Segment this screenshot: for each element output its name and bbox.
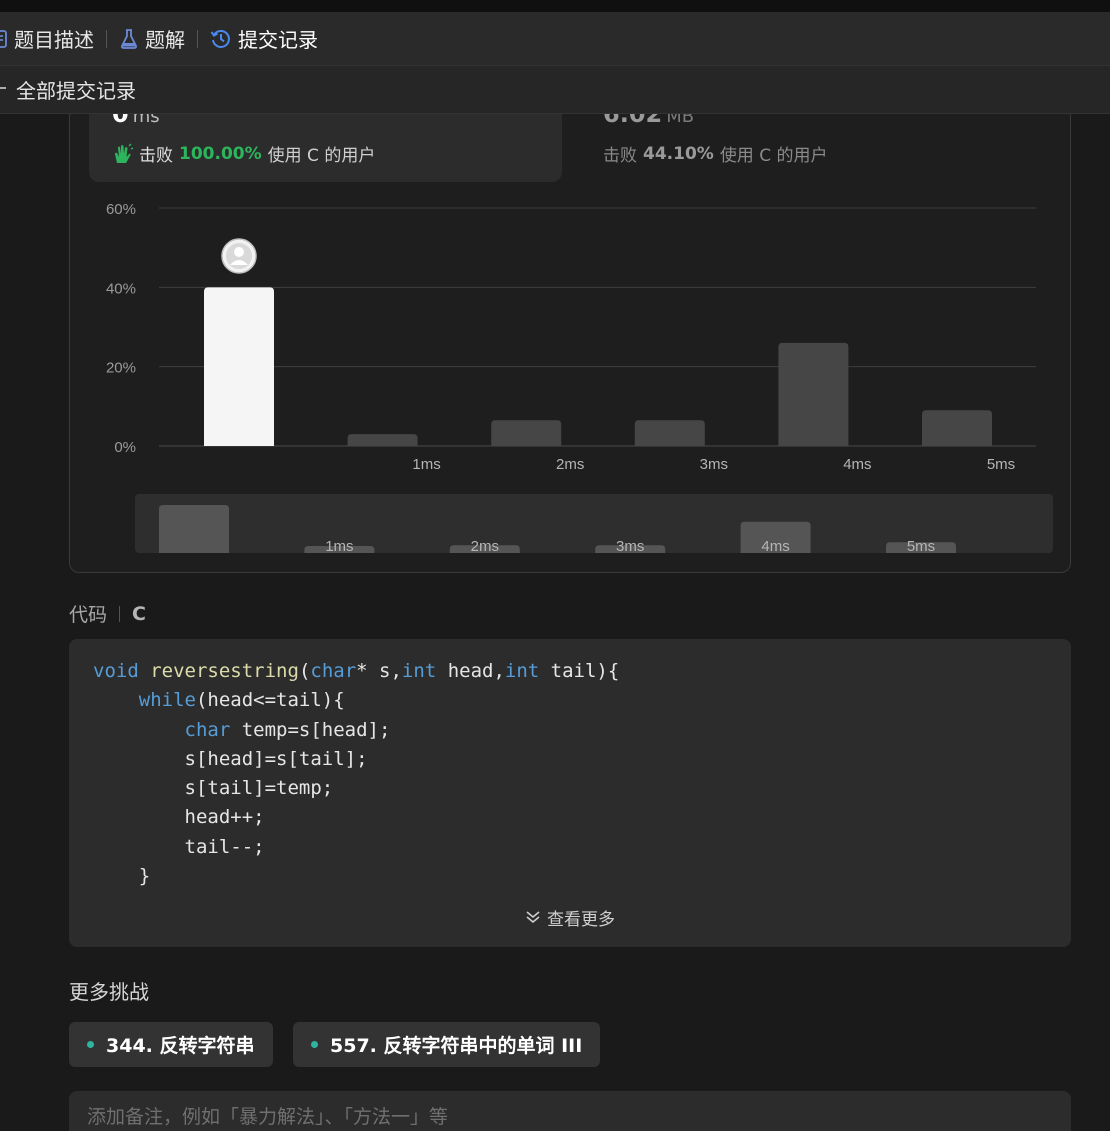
code-keyword: while xyxy=(138,689,196,712)
overview-bar xyxy=(159,505,229,553)
code-keyword: int xyxy=(401,660,437,682)
code-line: } xyxy=(93,862,619,891)
overview-tick-label: 5ms xyxy=(907,538,935,555)
y-tick-label: 40% xyxy=(106,280,136,297)
history-icon xyxy=(210,28,232,50)
flask-icon xyxy=(119,28,139,50)
runtime-distribution-chart: 0% 20% 40% 60% 1ms 2ms 3ms 4ms 5ms 1ms 2ms 3ms 4ms… xyxy=(106,201,1053,555)
code-line: char temp=s[head]; xyxy=(93,716,619,745)
code-language: C xyxy=(132,602,146,625)
show-more-button[interactable]: 查看更多 xyxy=(69,905,1071,930)
code-text: s[head]=s[tail]; xyxy=(93,747,368,770)
chart-x-ticks: 1ms 2ms 3ms 4ms 5ms xyxy=(412,456,1015,473)
code-function-name: reversestring xyxy=(150,660,299,682)
x-tick-label: 1ms xyxy=(412,456,440,473)
tab-bar: 题目描述 题解 提交记录 xyxy=(0,12,1110,66)
user-avatar-marker xyxy=(221,238,257,274)
code-text: tail){ xyxy=(539,660,620,682)
difficulty-dot xyxy=(311,1041,318,1048)
chart-bar xyxy=(778,342,849,446)
code-keyword: char xyxy=(184,718,231,741)
challenge-chip[interactable]: 557. 反转字符串中的单词 III xyxy=(293,1022,601,1067)
code-content: void reversestring(char* s,int head,int … xyxy=(93,657,619,891)
tab-submissions-label: 提交记录 xyxy=(238,28,318,52)
code-line: tail--; xyxy=(93,833,619,862)
avatar-head xyxy=(234,247,244,257)
window-top-strip xyxy=(0,0,1110,12)
code-label-divider xyxy=(119,605,121,622)
tab-description[interactable]: 题目描述 xyxy=(0,12,94,65)
x-tick-label: 5ms xyxy=(987,456,1015,473)
chart-bar xyxy=(634,420,705,446)
x-tick-label: 2ms xyxy=(556,456,584,473)
code-text: head, xyxy=(436,660,505,682)
code-block: void reversestring(char* s,int head,int … xyxy=(69,639,1071,947)
code-line: void reversestring(char* s,int head,int … xyxy=(93,657,619,686)
note-box xyxy=(69,1091,1071,1131)
submission-stats-panel: 0 ms 击败 100.00% 使用 C 的用户 6.02 MB 击败 44.10%… xyxy=(69,114,1071,573)
more-challenges-title: 更多挑战 xyxy=(69,980,149,1004)
challenge-label: 557. 反转字符串中的单词 III xyxy=(330,1035,583,1057)
tab-divider xyxy=(197,29,198,48)
chart-y-ticks: 0% 20% 40% 60% xyxy=(106,201,136,456)
code-text: tail--; xyxy=(93,835,265,858)
document-icon xyxy=(0,29,8,49)
overview-tick-label: 4ms xyxy=(761,538,789,555)
overview-tick-label: 3ms xyxy=(616,538,644,555)
code-text: (head<=tail){ xyxy=(195,689,345,712)
y-tick-label: 20% xyxy=(106,360,136,377)
tab-solutions-label: 题解 xyxy=(145,28,185,52)
code-text: * s, xyxy=(356,660,402,682)
y-tick-label: 60% xyxy=(106,201,136,218)
chart-bar xyxy=(204,287,274,446)
challenge-chip[interactable]: 344. 反转字符串 xyxy=(69,1022,273,1067)
tab-description-label: 题目描述 xyxy=(14,28,94,52)
tab-divider xyxy=(106,29,107,48)
code-line: while(head<=tail){ xyxy=(93,686,619,715)
code-section-label: 代码 C xyxy=(69,600,146,627)
note-input[interactable] xyxy=(87,1101,1047,1131)
difficulty-dot xyxy=(87,1041,94,1048)
overview-tick-label: 1ms xyxy=(325,538,353,555)
code-text: } xyxy=(93,865,151,888)
x-tick-label: 4ms xyxy=(843,456,871,473)
submissions-subbar: 全部提交记录 xyxy=(0,66,1110,114)
code-label: 代码 xyxy=(69,604,108,626)
code-line: s[tail]=temp; xyxy=(93,774,619,803)
tab-solutions[interactable]: 题解 xyxy=(119,12,185,65)
code-keyword: char xyxy=(310,660,357,682)
code-line: s[head]=s[tail]; xyxy=(93,745,619,774)
double-chevron-down-icon xyxy=(525,909,541,930)
code-text: s[tail]=temp; xyxy=(93,777,334,800)
all-submissions-title[interactable]: 全部提交记录 xyxy=(16,75,136,104)
chart-bar xyxy=(922,410,992,446)
chart-gridlines xyxy=(159,207,1036,447)
y-tick-label: 0% xyxy=(114,439,136,456)
tab-submissions[interactable]: 提交记录 xyxy=(210,12,318,65)
back-arrow-icon[interactable] xyxy=(0,79,16,100)
chart-bar xyxy=(491,420,562,446)
code-keyword: int xyxy=(504,660,540,682)
code-text: temp=s[head]; xyxy=(230,718,391,741)
code-text: ( xyxy=(298,660,311,682)
chart-bar xyxy=(347,434,418,446)
x-tick-label: 3ms xyxy=(700,456,728,473)
show-more-label: 查看更多 xyxy=(547,910,615,930)
challenge-label: 344. 反转字符串 xyxy=(106,1035,255,1057)
overview-tick-label: 2ms xyxy=(471,538,499,555)
code-text: head++; xyxy=(93,806,265,829)
code-line: head++; xyxy=(93,803,619,832)
code-keyword: void xyxy=(93,660,139,682)
